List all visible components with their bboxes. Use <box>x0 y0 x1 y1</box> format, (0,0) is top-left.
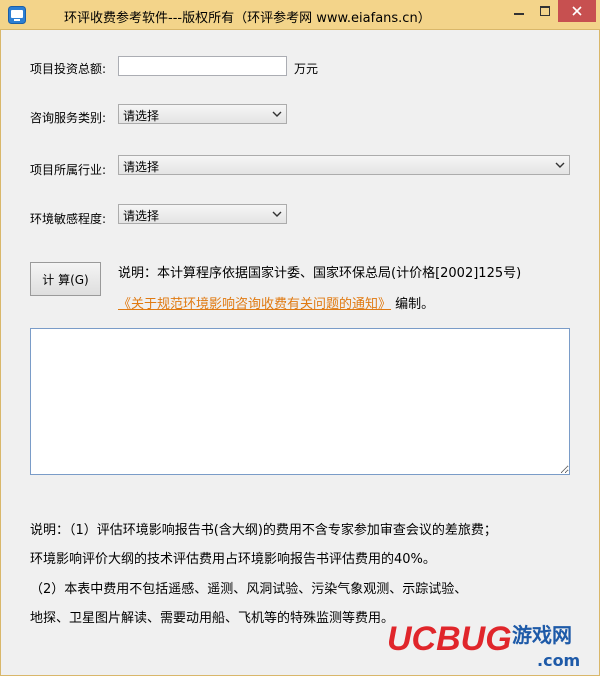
title-bar[interactable]: 环评收费参考软件---版权所有（环评参考网 www.eiafans.cn） <box>0 0 600 30</box>
close-icon <box>572 6 582 16</box>
app-icon <box>8 6 26 24</box>
minimize-icon <box>514 13 524 15</box>
ucbug-watermark: UCBUG 游戏网 .com <box>387 612 597 670</box>
maximize-button[interactable] <box>532 0 558 22</box>
watermark-cn: 游戏网 <box>512 623 572 647</box>
industry-label: 项目所属行业: <box>30 163 107 177</box>
calculate-button[interactable]: 计 算(G) <box>30 262 101 296</box>
footer-note-1: 说明：（1）评估环境影响报告书(含大纲)的费用不含专家参加审查会议的差旅费； <box>30 523 497 538</box>
minimize-button[interactable] <box>506 0 532 22</box>
footer-note-2: 环境影响评价大纲的技术评估费用占环境影响报告书评估费用的40%。 <box>30 552 436 567</box>
service-select[interactable]: 请选择 <box>118 104 287 124</box>
footer-note-3: （2）本表中费用不包括遥感、遥测、风洞试验、污染气象观测、示踪试验、 <box>30 582 468 597</box>
result-output[interactable] <box>30 328 570 475</box>
watermark-domain: .com <box>537 651 580 670</box>
investment-input[interactable] <box>118 56 287 76</box>
watermark-brand: UCBUG <box>387 620 512 658</box>
chevron-down-icon <box>555 162 565 168</box>
investment-label: 项目投资总额: <box>30 62 107 76</box>
service-label: 咨询服务类别: <box>30 111 107 125</box>
industry-select[interactable]: 请选择 <box>118 155 570 175</box>
chevron-down-icon <box>272 211 282 217</box>
service-select-value: 请选择 <box>123 109 160 123</box>
sensitivity-select-value: 请选择 <box>123 209 160 223</box>
note-suffix: 编制。 <box>391 297 435 312</box>
sensitivity-select[interactable]: 请选择 <box>118 204 287 224</box>
industry-select-value: 请选择 <box>123 160 160 174</box>
sensitivity-label: 环境敏感程度: <box>30 212 107 226</box>
maximize-icon <box>540 6 550 16</box>
chevron-down-icon <box>272 111 282 117</box>
close-button[interactable] <box>558 0 596 22</box>
regulation-link[interactable]: 《关于规范环境影响咨询收费有关问题的通知》 <box>118 297 391 312</box>
watermark-logo: UCBUG 游戏网 .com <box>387 620 580 670</box>
investment-unit: 万元 <box>294 62 319 76</box>
window-title: 环评收费参考软件---版权所有（环评参考网 www.eiafans.cn） <box>64 11 431 26</box>
footer-note-4: 地探、卫星图片解读、需要动用船、飞机等的特殊监测等费用。 <box>30 611 395 626</box>
note-basis: 说明：本计算程序依据国家计委、国家环保总局(计价格[2002]125号) <box>118 266 522 281</box>
note-line-2: 《关于规范环境影响咨询收费有关问题的通知》 编制。 <box>118 293 434 312</box>
